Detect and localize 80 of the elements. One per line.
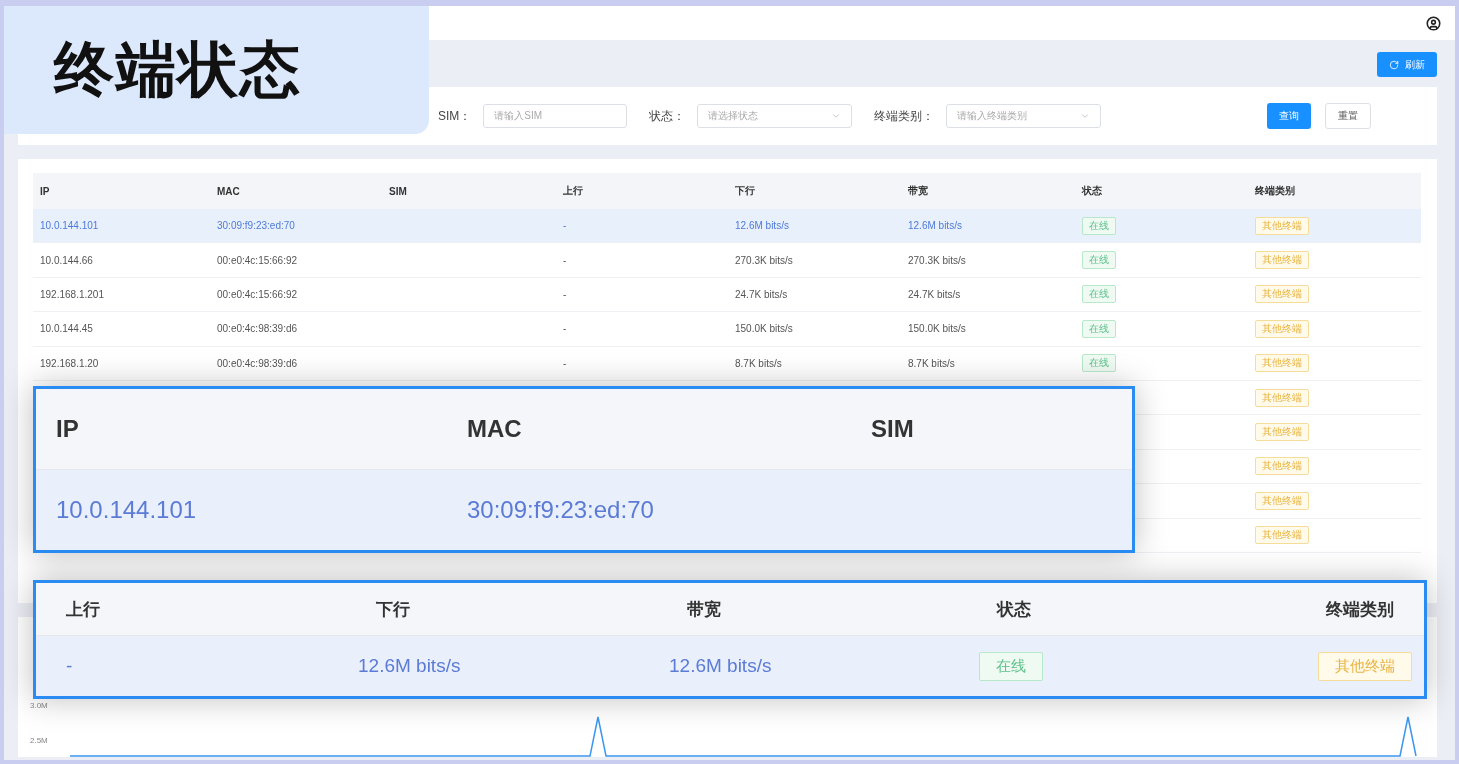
category-tag: 其他终端 (1255, 388, 1309, 407)
column-header: 下行 (376, 598, 410, 621)
column-header: 终端类别 (1255, 184, 1296, 198)
chevron-down-icon (1080, 111, 1091, 121)
table-cell: 270.3K bits/s (908, 254, 966, 266)
category-tag: 其他终端 (1255, 491, 1309, 510)
table-cell: 00:e0:4c:15:66:92 (217, 254, 298, 266)
table-cell: 192.168.1.20 (40, 357, 99, 369)
table-cell: - (563, 220, 567, 232)
user-icon[interactable] (1426, 15, 1441, 31)
category-tag: 其他终端 (1255, 216, 1309, 235)
table-cell: 10.0.144.45 (40, 323, 93, 335)
column-header: 状态 (997, 598, 1031, 621)
table-cell: 24.7K bits/s (908, 288, 961, 300)
status-tag: 在线 (979, 651, 1043, 681)
table-cell: 12.6M bits/s (669, 655, 772, 677)
table-cell: 00:e0:4c:98:39:d6 (217, 323, 298, 335)
filter-label: SIM： (438, 107, 472, 125)
table-cell: 10.0.144.101 (40, 220, 99, 232)
column-header: SIM (389, 185, 408, 197)
column-header: 上行 (563, 184, 584, 198)
category-tag: 其他终端 (1255, 526, 1309, 545)
filter-label: 状态： (649, 107, 686, 125)
axis-label: 3.0M (30, 700, 49, 710)
category-tag: 其他终端 (1255, 354, 1309, 373)
refresh-icon (1389, 59, 1399, 70)
table-cell: 270.3K bits/s (735, 254, 793, 266)
column-header: SIM (871, 415, 914, 443)
table-cell: - (563, 254, 567, 266)
table-cell: 00:e0:4c:98:39:d6 (217, 357, 298, 369)
column-header: IP (40, 185, 51, 197)
table-cell: - (563, 357, 567, 369)
search-button[interactable]: 查询 (1267, 103, 1311, 129)
category-tag: 其他终端 (1255, 423, 1309, 442)
table-cell: 30:09:f9:23:ed:70 (217, 220, 295, 232)
table-cell-text: - (65, 655, 73, 677)
filter-label: 终端类别： (874, 107, 935, 125)
table-cell: - (563, 288, 567, 300)
table-row[interactable]: 10.0.144.101 30:09:f9:23:ed:70 - 12.6M bits/s 12.6M bits/s 在线 其他终端 (33, 209, 1421, 244)
reset-button[interactable]: 重置 (1325, 103, 1371, 129)
table-cell: 8.7K bits/s (908, 357, 955, 369)
table-cell: 8.7K bits/s (735, 357, 782, 369)
column-header: MAC (467, 415, 522, 443)
category-tag: 其他终端 (1255, 457, 1309, 476)
status-tag: 在线 (1082, 251, 1116, 270)
status-tag: 在线 (1082, 319, 1116, 338)
status-tag: 在线 (1082, 285, 1116, 304)
column-header: 上行 (66, 598, 100, 621)
category-tag: 其他终端 (1255, 251, 1309, 270)
column-header: 下行 (735, 184, 756, 198)
table-cell: 10.0.144.101 (56, 496, 197, 524)
column-header: 终端类别 (1326, 598, 1394, 621)
page-title: 终端状态 (54, 34, 302, 105)
table-cell: 12.6M bits/s (735, 220, 789, 232)
axis-label: 2.5M (30, 735, 49, 745)
table-cell: 12.6M bits/s (358, 655, 461, 677)
table-cell: 150.0K bits/s (735, 323, 793, 335)
table-cell: 30:09:f9:23:ed:70 (467, 496, 654, 524)
select-field[interactable]: 请选择状态 (697, 104, 853, 128)
category-tag: 其他终端 (1255, 285, 1309, 304)
input-field[interactable]: 请输入SIM (483, 104, 628, 128)
table-cell: 00:e0:4c:15:66:92 (217, 288, 298, 300)
status-tag: 在线 (1082, 216, 1116, 235)
category-tag: 其他终端 (1255, 319, 1309, 338)
table-cell: - (563, 323, 567, 335)
column-header: 状态 (1082, 184, 1103, 198)
column-header: IP (56, 415, 79, 443)
column-header: MAC (217, 185, 241, 197)
table-cell: 12.6M bits/s (908, 220, 962, 232)
category-tag: 其他终端 (1318, 651, 1412, 681)
table-cell: 10.0.144.66 (40, 254, 93, 266)
table-cell: 150.0K bits/s (908, 323, 966, 335)
status-tag: 在线 (1082, 354, 1116, 373)
column-header: 带宽 (687, 598, 721, 621)
chevron-down-icon (831, 111, 842, 121)
refresh-button[interactable]: 刷新 (1377, 52, 1437, 77)
table-cell: 24.7K bits/s (735, 288, 788, 300)
table-cell: 192.168.1.201 (40, 288, 104, 300)
column-header: 带宽 (908, 184, 929, 198)
select-field[interactable]: 请输入终端类别 (946, 104, 1102, 128)
